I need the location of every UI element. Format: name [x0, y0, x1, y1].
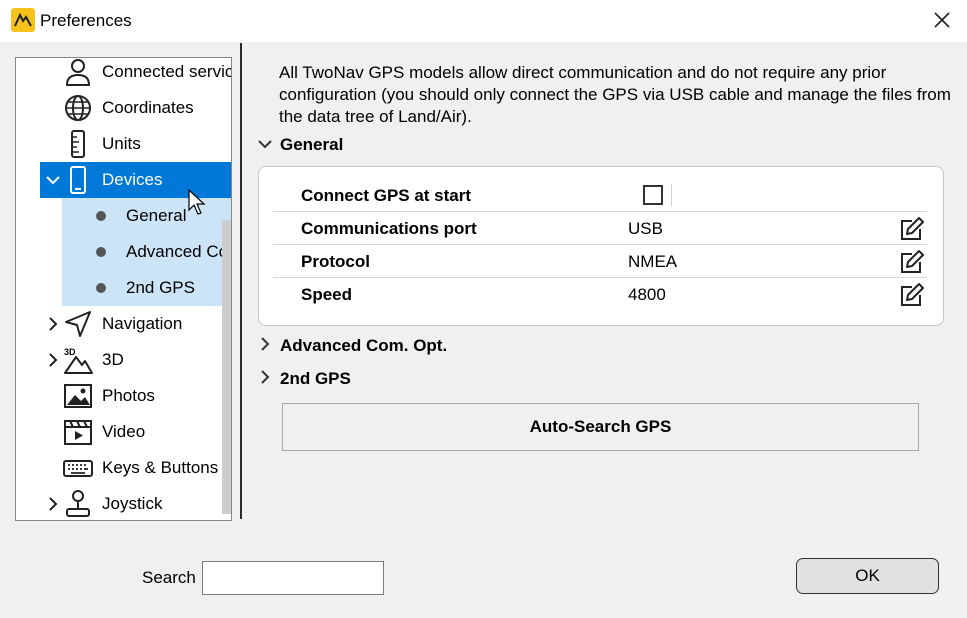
auto-search-gps-button[interactable]: Auto-Search GPS	[282, 403, 919, 451]
search-input[interactable]	[202, 561, 384, 595]
tree-item-label: Coordinates	[102, 98, 194, 117]
chevron-right-icon	[258, 336, 272, 356]
tree-item-label: General	[126, 206, 187, 225]
edit-icon[interactable]	[899, 282, 925, 308]
svg-text:3D: 3D	[64, 347, 76, 357]
tree-item-advanced-com[interactable]: Advanced Co	[62, 234, 231, 270]
navigation-arrow-icon	[63, 309, 93, 339]
tree-item-keys-buttons[interactable]: Keys & Buttons	[16, 450, 231, 486]
tree-item-label: Devices	[102, 170, 163, 189]
tree-item-label: Keys & Buttons	[102, 458, 219, 477]
window-title: Preferences	[40, 11, 132, 30]
edit-icon[interactable]	[899, 216, 925, 242]
tree-item-label: Joystick	[102, 494, 163, 513]
close-icon[interactable]	[930, 8, 954, 32]
section-2nd-gps-header[interactable]: 2nd GPS	[258, 369, 351, 389]
tree-item-label: 3D	[102, 350, 124, 369]
tree-item-label: 2nd GPS	[126, 278, 195, 297]
globe-icon	[63, 93, 93, 123]
chevron-down-icon	[258, 135, 272, 155]
section-advanced-header[interactable]: Advanced Com. Opt.	[258, 336, 447, 356]
description-text: All TwoNav GPS models allow direct commu…	[279, 63, 951, 126]
tree-item-2nd-gps[interactable]: 2nd GPS	[62, 270, 231, 306]
tree-item-label: Video	[102, 422, 146, 441]
section-title: Advanced Com. Opt.	[280, 336, 448, 355]
tree-scrollbar-thumb[interactable]	[222, 220, 231, 514]
property-name: Protocol	[301, 252, 370, 271]
chevron-right-icon[interactable]	[46, 351, 60, 369]
property-row: Communications port USB	[273, 212, 927, 245]
joystick-icon	[63, 489, 93, 519]
tree-item-video[interactable]: Video	[16, 414, 231, 450]
property-row: Speed 4800	[273, 278, 927, 311]
phone-icon	[63, 165, 93, 195]
connect-gps-checkbox[interactable]	[643, 185, 663, 205]
property-value: 4800	[628, 285, 666, 304]
cell-separator	[671, 184, 672, 206]
tree-item-label: Navigation	[102, 314, 183, 333]
chevron-right-icon	[258, 369, 272, 389]
tree-item-joystick[interactable]: Joystick	[16, 486, 231, 520]
preferences-tree[interactable]: Connected servic Coordinates Units Devic…	[15, 57, 232, 521]
ruler-icon	[63, 129, 93, 159]
section-general-header[interactable]: General	[258, 135, 343, 155]
tree-item-label: Connected servic	[102, 62, 232, 81]
tree-item-photos[interactable]: Photos	[16, 378, 231, 414]
person-icon	[63, 58, 93, 87]
panel-divider[interactable]	[240, 43, 242, 519]
property-name: Speed	[301, 285, 353, 304]
tree-item-connected-services[interactable]: Connected servic	[16, 58, 232, 90]
property-row: Connect GPS at start	[273, 179, 927, 212]
keyboard-icon	[63, 453, 93, 483]
chevron-right-icon[interactable]	[46, 315, 60, 333]
3d-mountain-icon: 3D	[63, 345, 93, 375]
photo-icon	[63, 381, 93, 411]
chevron-down-icon[interactable]	[46, 171, 60, 189]
general-properties-box: Connect GPS at start Communications port…	[258, 166, 944, 326]
property-name: Communications port	[301, 219, 477, 238]
bullet-icon	[96, 283, 106, 293]
property-row: Protocol NMEA	[273, 245, 927, 278]
tree-item-label: Units	[102, 134, 141, 153]
property-value: USB	[628, 219, 663, 238]
search-label: Search	[142, 568, 196, 587]
tree-item-coordinates[interactable]: Coordinates	[16, 90, 231, 126]
devices-settings-panel: All TwoNav GPS models allow direct commu…	[246, 43, 967, 515]
tree-item-units[interactable]: Units	[16, 126, 231, 162]
section-title: 2nd GPS	[280, 369, 351, 388]
video-icon	[63, 417, 93, 447]
tree-item-navigation[interactable]: Navigation	[16, 306, 231, 342]
tree-item-label: Photos	[102, 386, 155, 405]
property-value: NMEA	[628, 252, 678, 271]
property-name: Connect GPS at start	[301, 186, 472, 205]
twonav-app-icon	[11, 8, 35, 32]
mouse-cursor-icon	[188, 188, 208, 217]
ok-button[interactable]: OK	[796, 558, 939, 594]
bullet-icon	[96, 247, 106, 257]
tree-item-label: Advanced Co	[126, 242, 229, 261]
chevron-right-icon[interactable]	[46, 495, 60, 513]
section-title: General	[280, 135, 344, 154]
bullet-icon	[96, 211, 106, 221]
tree-item-3d[interactable]: 3D 3D	[16, 342, 231, 378]
edit-icon[interactable]	[899, 249, 925, 275]
title-bar: Preferences	[0, 0, 967, 42]
